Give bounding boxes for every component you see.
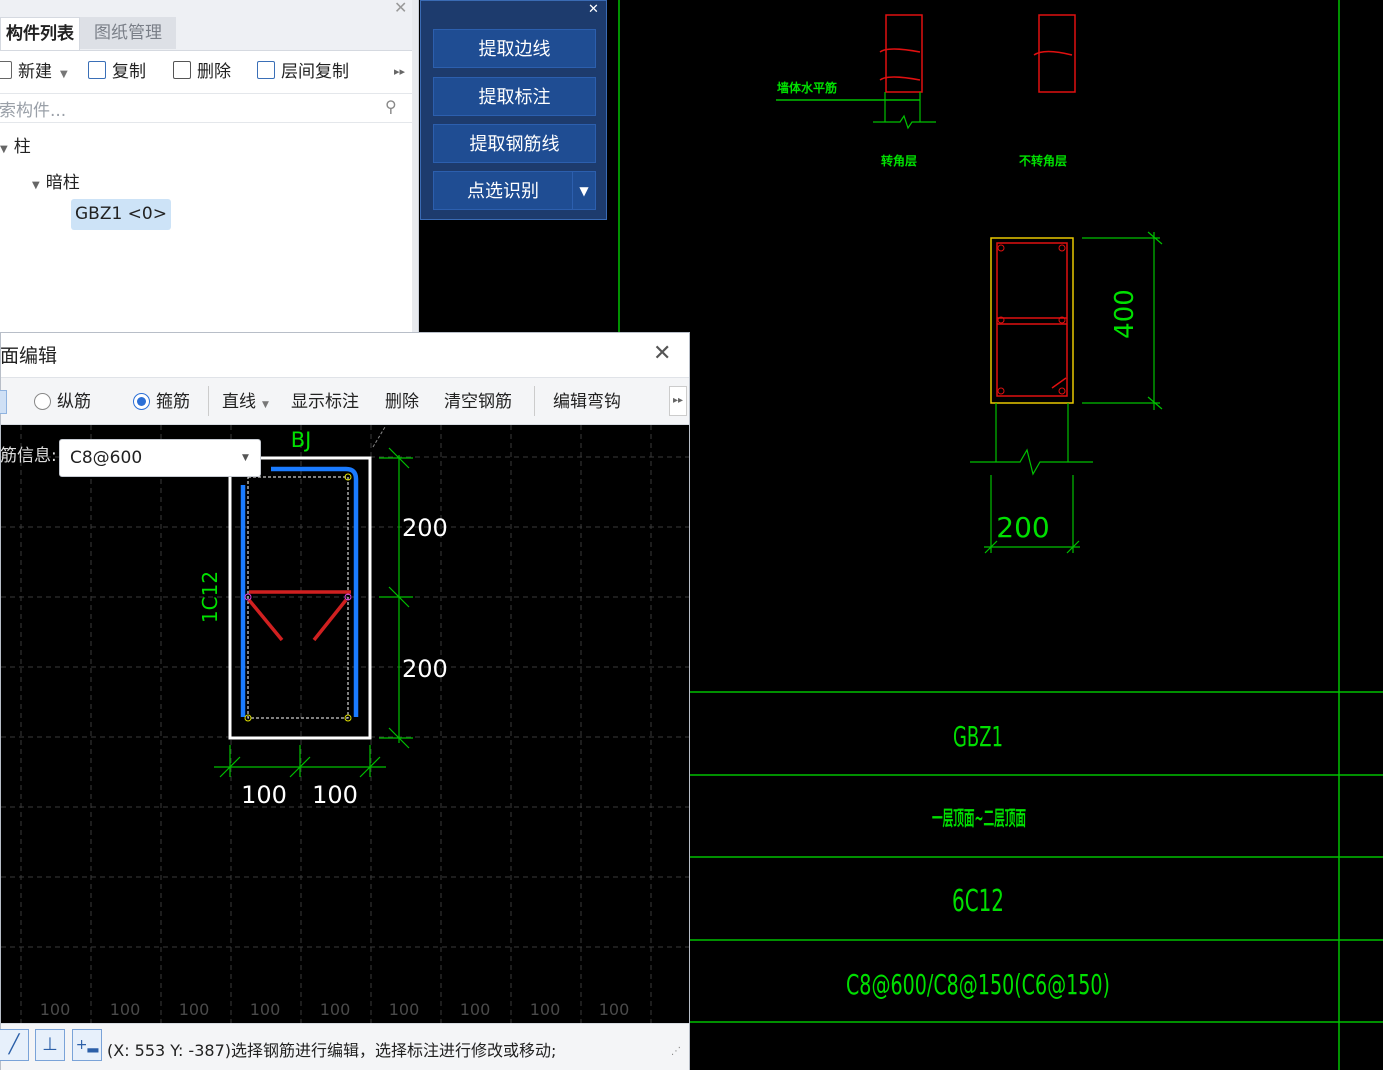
section-edit-dialog: 截面编辑 ✕ 纵筋 箍筋 直线▼ 显示标注 删除 清空钢筋 编辑弯钩 ▸▸ (0, 332, 690, 1070)
toolbar-more-icon[interactable]: ▸▸ (669, 386, 687, 416)
floor-copy-icon (257, 61, 275, 79)
draw-line-mode-icon[interactable]: ╱ (0, 1029, 29, 1061)
dim-bottom-2: 100 (312, 781, 358, 809)
trash-icon (173, 61, 191, 79)
dim-bottom-1: 100 (241, 781, 287, 809)
cad-detail-label-2: 转角层 (881, 153, 917, 168)
dim-right-2: 200 (402, 655, 448, 683)
cad-detail-label-3: 不转角层 (1019, 153, 1067, 168)
dialog-statusbar: ╱ ⊥ +▂ (X: 553 Y: -387)选择钢筋进行编辑，选择标注进行修改… (0, 1023, 689, 1070)
search-input[interactable]: 搜索构件... (0, 96, 66, 121)
new-button[interactable]: 新建 ▼ (0, 60, 68, 84)
chevron-down-icon: ▼ (242, 453, 249, 463)
component-search[interactable]: 搜索构件... ⚲ (0, 93, 414, 123)
tie-hook-left (247, 598, 284, 642)
leader-line (372, 426, 386, 448)
extract-annotation-button[interactable]: 提取标注 (433, 77, 596, 116)
cad-table-floors: 一层顶面~二层顶面 (932, 806, 1026, 830)
cad-table-stirrup: C8@600/C8@150(C6@150) (846, 968, 1110, 1001)
tree-node-column[interactable]: ▼ 柱 (0, 132, 31, 157)
ruler-label: 100 (250, 1000, 281, 1019)
extract-panel: ✕ 提取边线 提取标注 提取钢筋线 点选识别 ▼ (420, 0, 607, 220)
toolbar-left-edge-icon[interactable] (0, 390, 7, 414)
panel-tabbar: 构件列表 图纸管理 ✕ (0, 0, 418, 51)
ruler-label: 100 (599, 1000, 630, 1019)
delete-rebar-button[interactable]: 删除 (385, 390, 419, 414)
dropdown-arrow-icon: ▼ (262, 400, 269, 410)
copy-button[interactable]: 复制 (88, 60, 146, 84)
dialog-toolbar: 纵筋 箍筋 直线 ▼ 显示标注 删除 清空钢筋 编辑弯钩 ▸▸ (0, 377, 689, 425)
orthogonal-mode-icon[interactable]: ⊥ (35, 1029, 65, 1061)
radio-icon (34, 393, 51, 410)
tag-bj: BJ (291, 428, 312, 452)
tag-1c12: 1C12 (198, 571, 222, 623)
canvas-grid (1, 425, 689, 1023)
radio-stirrup[interactable]: 箍筋 (133, 390, 190, 414)
delete-button[interactable]: 删除 (173, 60, 231, 84)
radio-checked-icon (133, 393, 150, 410)
ruler-label: 100 (320, 1000, 351, 1019)
cad-detail-turning-layer (776, 14, 936, 130)
tab-component-list[interactable]: 构件列表 (0, 17, 80, 50)
horizontal-dimension (214, 745, 386, 778)
tree-node-gbz1[interactable]: GBZ1 <0> (71, 199, 171, 230)
tab-drawing-management[interactable]: 图纸管理 (80, 17, 176, 49)
extract-rebar-line-button[interactable]: 提取钢筋线 (433, 124, 596, 163)
new-file-icon (0, 61, 12, 79)
status-text: (X: 553 Y: -387)选择钢筋进行编辑，选择标注进行修改或移动; (107, 1041, 557, 1060)
search-icon[interactable]: ⚲ (385, 97, 397, 116)
copy-icon (88, 61, 106, 79)
point-identify-button[interactable]: 点选识别 (433, 171, 573, 210)
section-canvas[interactable]: BJ 1C12 200 200 100 100 100 100 100 100 … (1, 425, 689, 1023)
offset-mode-icon[interactable]: +▂ (72, 1029, 102, 1061)
tree-expand-icon: ▼ (32, 180, 40, 191)
ruler-label: 100 (460, 1000, 491, 1019)
tree-expand-icon: ▼ (0, 144, 8, 155)
ruler-label: 100 (179, 1000, 210, 1019)
more-icon[interactable]: ▸▸ (394, 60, 405, 84)
show-dims-button[interactable]: 显示标注 (291, 390, 359, 414)
dialog-close-icon[interactable]: ✕ (653, 341, 671, 366)
cad-detail-label-1: 墙体水平筋 (777, 80, 837, 95)
component-list-panel: 构件列表 图纸管理 ✕ 新建▼ 复制 删除 层间复制 ▸▸ 搜索构件... ⚲ … (0, 0, 419, 334)
cad-dim-width: 200 (996, 511, 1049, 544)
ruler-label: 100 (110, 1000, 141, 1019)
ruler-label: 100 (530, 1000, 561, 1019)
component-toolbar: 新建 ▼ 复制 删除 层间复制 ▸▸ (0, 52, 418, 92)
ruler-label: 100 (389, 1000, 420, 1019)
cad-table-name: GBZ1 (953, 720, 1003, 753)
cad-dim-height: 400 (1110, 289, 1140, 339)
extract-panel-close-icon[interactable]: ✕ (588, 2, 599, 17)
dialog-title: 截面编辑 (0, 345, 58, 367)
vertical-dimension (379, 447, 413, 749)
point-identify-dropdown-icon[interactable]: ▼ (572, 171, 596, 210)
cad-detail-non-turning-layer (1033, 14, 1076, 93)
edit-hook-button[interactable]: 编辑弯钩 (553, 390, 621, 414)
rebar-info-label: 钢筋信息: (1, 446, 57, 466)
dropdown-arrow-icon: ▼ (60, 69, 68, 80)
panel-scrollbar[interactable] (412, 0, 418, 334)
cad-column-section (970, 231, 1163, 554)
section-canvas-svg[interactable]: BJ 1C12 200 200 100 100 100 100 100 100 … (1, 425, 689, 1023)
clear-rebar-button[interactable]: 清空钢筋 (444, 390, 512, 414)
dim-right-1: 200 (402, 514, 448, 542)
rebar-info-value: C8@600 (70, 448, 143, 468)
line-mode-dropdown[interactable]: 直线 ▼ (222, 390, 269, 414)
extract-edge-button[interactable]: 提取边线 (433, 29, 596, 68)
toolbar-divider (208, 386, 209, 416)
tree-node-hidden-column[interactable]: ▼ 暗柱 (32, 168, 80, 193)
resize-grip-icon[interactable]: ⋰ (671, 1046, 681, 1057)
tie-hook-right (312, 598, 348, 642)
toolbar-divider (534, 386, 535, 416)
cad-table-longitudinal: 6C12 (952, 884, 1004, 919)
floor-copy-button[interactable]: 层间复制 (257, 60, 349, 84)
rebar-info-select[interactable]: C8@600 ▼ (59, 439, 261, 477)
panel-close-icon[interactable]: ✕ (394, 0, 407, 17)
ruler-label: 100 (40, 1000, 71, 1019)
radio-longitudinal[interactable]: 纵筋 (34, 390, 91, 414)
